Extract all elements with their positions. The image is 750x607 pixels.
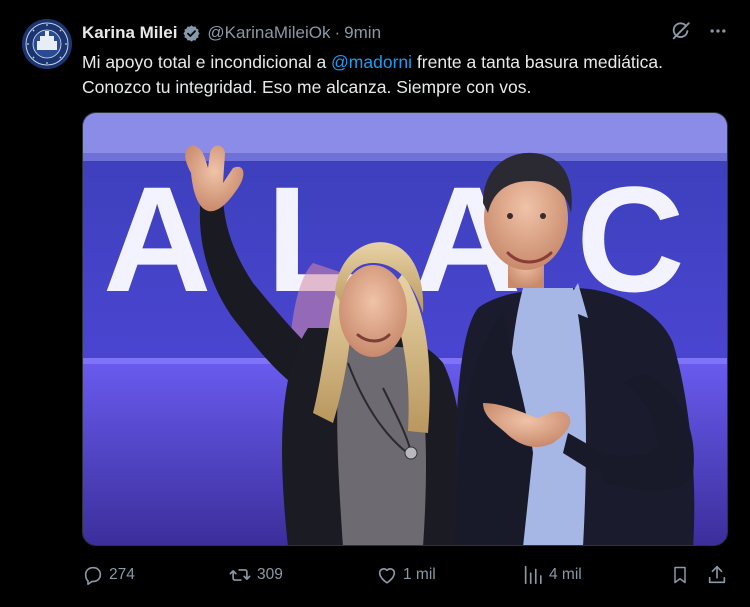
repost-count: 309 xyxy=(257,566,283,583)
reply-count: 274 xyxy=(109,566,135,583)
share-icon xyxy=(706,564,728,586)
timestamp[interactable]: 9min xyxy=(344,23,381,43)
tweet-photo[interactable]: ALAC xyxy=(82,112,728,546)
bookmark-icon xyxy=(670,564,690,586)
more-icon[interactable] xyxy=(708,21,728,41)
tweet: Karina Milei @KarinaMileiOk · 9min Mi ap… xyxy=(0,0,750,607)
grok-icon[interactable] xyxy=(670,20,692,42)
separator-dot: · xyxy=(334,23,341,42)
mention-link[interactable]: @madorni xyxy=(331,52,412,72)
tweet-header: Karina Milei @KarinaMileiOk · 9min xyxy=(82,21,381,45)
reply-button[interactable]: 274 xyxy=(82,561,135,589)
views-icon xyxy=(522,564,544,586)
author-name[interactable]: Karina Milei xyxy=(82,23,177,43)
author-handle[interactable]: @KarinaMileiOk xyxy=(207,23,330,43)
share-button[interactable] xyxy=(706,561,728,589)
reply-icon xyxy=(82,564,104,586)
tweet-text: Mi apoyo total e incondicional a @madorn… xyxy=(82,50,732,100)
verified-badge-icon[interactable] xyxy=(182,24,201,43)
bookmark-button[interactable] xyxy=(670,561,690,589)
views-count: 4 mil xyxy=(549,566,582,583)
like-icon xyxy=(376,564,398,586)
top-actions xyxy=(670,20,728,42)
action-bar: 274 309 1 mil 4 mil xyxy=(82,561,730,589)
avatar[interactable] xyxy=(22,19,72,69)
repost-button[interactable]: 309 xyxy=(228,561,283,589)
tweet-text-before: Mi apoyo total e incondicional a xyxy=(82,52,332,72)
avatar-seal-icon xyxy=(22,19,72,69)
like-count: 1 mil xyxy=(403,566,436,583)
like-button[interactable]: 1 mil xyxy=(376,561,436,589)
repost-icon xyxy=(228,564,252,586)
views-button[interactable]: 4 mil xyxy=(522,561,582,589)
